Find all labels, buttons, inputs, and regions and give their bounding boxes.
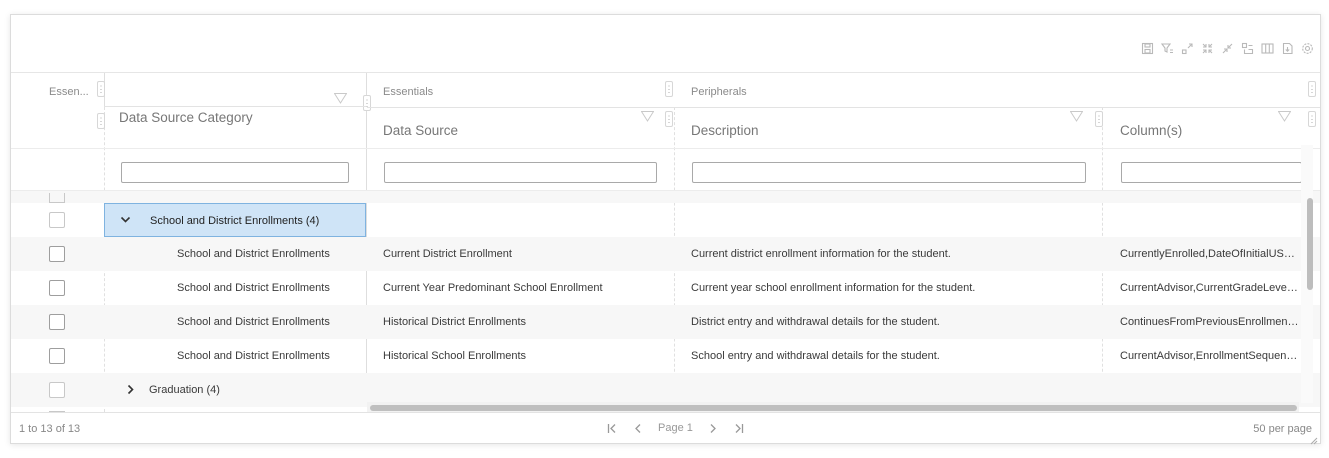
table-row[interactable]: School and District Enrollments Current … bbox=[11, 271, 1320, 305]
description-cell: Current district enrollment information … bbox=[691, 248, 951, 260]
header-group-essentials: Essentials bbox=[383, 86, 434, 98]
column-header-description[interactable]: Description bbox=[691, 123, 759, 138]
table-row-partial bbox=[11, 191, 1320, 203]
grid-footer: 1 to 13 of 13 Page 1 50 per page bbox=[11, 412, 1320, 445]
header-group-essentials-collapsed[interactable]: Essen... bbox=[49, 86, 89, 98]
row-checkbox[interactable] bbox=[49, 348, 65, 364]
expand-icon[interactable] bbox=[1181, 42, 1194, 55]
category-filter-input[interactable] bbox=[121, 162, 349, 183]
category-cell: School and District Enrollments bbox=[177, 248, 330, 260]
chevron-down-icon[interactable] bbox=[120, 214, 131, 228]
row-checkbox[interactable] bbox=[49, 212, 65, 228]
group-label: Graduation (4) bbox=[149, 384, 220, 396]
columns-cell: CurrentlyEnrolled,DateOfInitialUSEnr... bbox=[1120, 248, 1300, 260]
column-header-data-source[interactable]: Data Source bbox=[383, 123, 458, 138]
column-menu-handle[interactable]: ⋮ bbox=[1308, 111, 1317, 127]
vertical-scrollbar-thumb[interactable] bbox=[1307, 198, 1313, 290]
category-cell: School and District Enrollments bbox=[177, 316, 330, 328]
collapse-icon[interactable] bbox=[1221, 42, 1234, 55]
data-source-cell: Historical District Enrollments bbox=[383, 316, 527, 328]
table-row[interactable]: School and District Enrollments Current … bbox=[11, 237, 1320, 271]
header-group-peripherals: Peripherals bbox=[691, 86, 747, 98]
column-menu-handle[interactable]: ⋮ bbox=[665, 81, 674, 97]
row-checkbox[interactable] bbox=[49, 246, 65, 262]
category-cell: School and District Enrollments bbox=[177, 350, 330, 362]
pager: Page 1 bbox=[606, 421, 745, 435]
column-menu-handle[interactable]: ⋮ bbox=[363, 95, 372, 111]
settings-icon[interactable] bbox=[1301, 42, 1314, 55]
category-cell: School and District Enrollments bbox=[177, 282, 330, 294]
filter-icon[interactable] bbox=[1069, 111, 1084, 122]
previous-page-icon[interactable] bbox=[632, 421, 644, 435]
row-count: 1 to 13 of 13 bbox=[19, 423, 81, 435]
first-page-icon[interactable] bbox=[606, 421, 618, 435]
description-cell: School entry and withdrawal details for … bbox=[691, 350, 940, 362]
filter-icon[interactable] bbox=[1277, 111, 1292, 122]
resize-handle-icon[interactable] bbox=[1310, 434, 1318, 445]
chevron-right-icon[interactable] bbox=[125, 384, 136, 398]
column-menu-handle[interactable]: ⋮ bbox=[97, 81, 106, 97]
data-source-cell: Historical School Enrollments bbox=[383, 350, 527, 362]
filter-icon[interactable] bbox=[333, 93, 348, 104]
next-page-icon[interactable] bbox=[707, 421, 719, 435]
group-icon[interactable] bbox=[1241, 42, 1254, 55]
column-menu-handle[interactable]: ⋮ bbox=[1308, 81, 1317, 97]
row-checkbox[interactable] bbox=[49, 280, 65, 296]
data-source-grid: Essen... ⋮ ⋮ Essentials ⋮ Peripherals ⋮ … bbox=[10, 14, 1321, 445]
group-row[interactable]: School and District Enrollments (4) bbox=[11, 203, 1320, 237]
columns-cell: CurrentAdvisor,CurrentGradeLevel,C... bbox=[1120, 282, 1300, 294]
column-header-columns[interactable]: Column(s) bbox=[1120, 123, 1182, 138]
column-menu-handle[interactable]: ⋮ bbox=[665, 111, 674, 127]
horizontal-scrollbar-thumb[interactable] bbox=[370, 405, 1297, 411]
columns-cell: CurrentAdvisor,EnrollmentSequence... bbox=[1120, 350, 1300, 362]
filter-clear-icon[interactable] bbox=[1161, 42, 1174, 55]
description-cell: Current year school enrollment informati… bbox=[691, 282, 976, 294]
export-icon[interactable] bbox=[1281, 42, 1294, 55]
column-header-category[interactable]: Data Source Category bbox=[119, 110, 253, 125]
description-filter-input[interactable] bbox=[692, 162, 1086, 183]
save-icon[interactable] bbox=[1141, 42, 1154, 55]
column-menu-handle[interactable]: ⋮ bbox=[97, 113, 106, 129]
collapse-all-icon[interactable] bbox=[1201, 42, 1214, 55]
group-cell-selected[interactable]: School and District Enrollments (4) bbox=[104, 203, 366, 237]
page-indicator: Page 1 bbox=[658, 422, 693, 434]
group-label: School and District Enrollments (4) bbox=[150, 215, 320, 227]
last-page-icon[interactable] bbox=[733, 421, 745, 435]
grid-body: Essen... ⋮ ⋮ Essentials ⋮ Peripherals ⋮ … bbox=[11, 72, 1320, 412]
columns-cell: ContinuesFromPreviousEnrollment,C... bbox=[1120, 316, 1300, 328]
data-source-filter-input[interactable] bbox=[384, 162, 657, 183]
columns-icon[interactable] bbox=[1261, 42, 1274, 55]
row-checkbox[interactable] bbox=[49, 314, 65, 330]
data-source-cell: Current District Enrollment bbox=[383, 248, 512, 260]
columns-filter-input[interactable] bbox=[1121, 162, 1302, 183]
filter-icon[interactable] bbox=[640, 111, 655, 122]
table-row[interactable]: School and District Enrollments Historic… bbox=[11, 305, 1320, 339]
grid-toolbar bbox=[1141, 39, 1314, 57]
row-checkbox[interactable] bbox=[49, 382, 65, 398]
page-size[interactable]: 50 per page bbox=[1253, 423, 1312, 435]
data-source-cell: Current Year Predominant School Enrollme… bbox=[383, 282, 603, 294]
column-menu-handle[interactable]: ⋮ bbox=[1095, 111, 1104, 127]
description-cell: District entry and withdrawal details fo… bbox=[691, 316, 940, 328]
table-row[interactable]: School and District Enrollments Historic… bbox=[11, 339, 1320, 373]
